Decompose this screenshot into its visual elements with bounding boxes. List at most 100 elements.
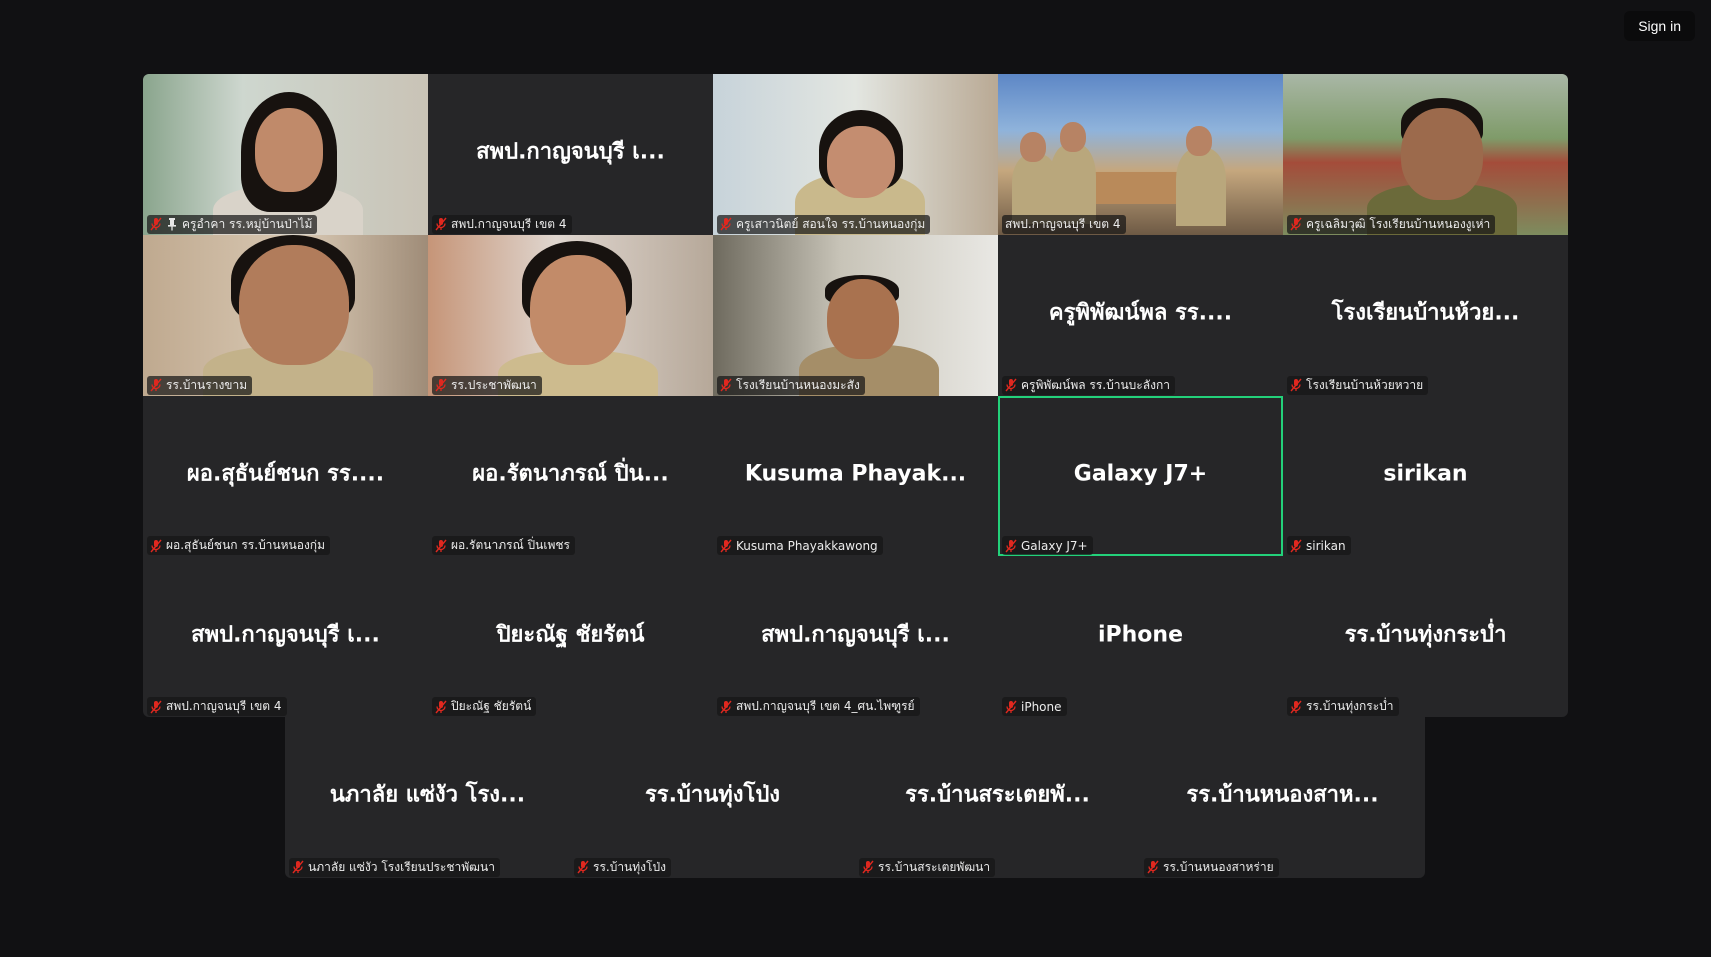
mic-muted-icon [150,539,162,553]
participant-display-name: Galaxy J7+ [1073,461,1208,487]
sign-in-button[interactable]: Sign in [1624,11,1695,41]
participant-display-name: ผอ.รัตนาภรณ์ ปิ่น... [472,461,669,487]
participant-name: Kusuma Phayakkawong [736,538,878,553]
participant-name-label: รร.ประชาพัฒนา [432,375,542,395]
mic-muted-icon [435,539,447,553]
participant-name-label: สพป.กาญจนบุรี เขต 4 [432,214,572,234]
participant-name: ผอ.สุธันย์ชนก รร.บ้านหนองกุ่ม [166,538,325,553]
participant-display-name: รร.บ้านทุ่งโป่ง [644,783,781,809]
participant-name-label: ผอ.รัตนาภรณ์ ปิ่นเพชร [432,536,575,556]
participant-tile[interactable]: ครูอำคา รร.หมู่บ้านป่าไม้ [143,74,428,235]
video-feed [998,74,1283,235]
participant-display-name: ปิยะณัฐ ชัยรัตน์ [496,622,645,648]
mic-muted-icon [435,378,447,392]
video-feed [713,234,998,396]
participant-display-name: สพป.กาญจนบุรี เ... [191,622,380,648]
participant-name-label: ครูเฉลิมวุฒิ โรงเรียนบ้านหนองงูเห่า [1287,214,1496,234]
participant-name-label: ครูเสาวนิตย์ สอนใจ รร.บ้านหนองกุ่ม [717,214,931,234]
participant-name: โรงเรียนบ้านหนองมะสัง [736,377,860,392]
participant-tile[interactable]: Kusuma Phayak... Kusuma Phayakkawong [713,395,998,557]
participant-display-name: รร.บ้านสระเตยพั... [905,783,1090,809]
participant-name-label: iPhone [1002,697,1067,716]
participant-tile[interactable]: รร.บ้านทุ่งโป่ง รร.บ้านทุ่งโป่ง [570,717,855,878]
participant-name: sirikan [1306,538,1346,553]
participant-name: ครูเฉลิมวุฒิ โรงเรียนบ้านหนองงูเห่า [1306,216,1491,231]
participant-tile-active-speaker[interactable]: Galaxy J7+ Galaxy J7+ [998,395,1283,557]
participant-tile[interactable]: ผอ.สุธันย์ชนก รร.... ผอ.สุธันย์ชนก รร.บ้… [143,395,428,557]
participant-tile[interactable]: นภาลัย แซ่งัว โรง... นภาลัย แซ่งัว โรงเร… [285,717,570,878]
mic-muted-icon [1005,700,1017,714]
participant-tile[interactable]: ผอ.รัตนาภรณ์ ปิ่น... ผอ.รัตนาภรณ์ ปิ่นเพ… [428,395,713,557]
mic-muted-icon [720,539,732,553]
participant-tile[interactable]: สพป.กาญจนบุรี เ... สพป.กาญจนบุรี เขต 4 [428,74,713,235]
participant-display-name: โรงเรียนบ้านห้วย... [1331,300,1520,326]
participant-name-label: สพป.กาญจนบุรี เขต 4_ศน.ไพฑูรย์ [717,697,920,716]
participant-tile[interactable]: ครูเสาวนิตย์ สอนใจ รร.บ้านหนองกุ่ม [713,74,998,235]
participant-name-label: สพป.กาญจนบุรี เขต 4 [147,697,287,716]
participant-tile[interactable]: สพป.กาญจนบุรี เขต 4 [998,74,1283,235]
participant-tile[interactable]: ครูเฉลิมวุฒิ โรงเรียนบ้านหนองงูเห่า [1283,74,1568,235]
participant-display-name: iPhone [1097,622,1184,648]
video-feed [713,74,998,235]
participant-name: โรงเรียนบ้านห้วยหวาย [1306,377,1424,392]
participant-tile[interactable]: รร.บ้านสระเตยพั... รร.บ้านสระเตยพัฒนา [855,717,1140,878]
participant-name: รร.บ้านทุ่งโป่ง [593,859,666,874]
participant-name: รร.ประชาพัฒนา [451,377,537,392]
participant-tile[interactable]: รร.ประชาพัฒนา [428,234,713,396]
mic-muted-icon [720,217,732,231]
participant-name: iPhone [1021,699,1062,714]
participant-tile[interactable]: รร.บ้านหนองสาห... รร.บ้านหนองสาหร่าย [1140,717,1425,878]
mic-muted-icon [150,217,162,231]
mic-muted-icon [720,378,732,392]
gallery-grid-last-row: นภาลัย แซ่งัว โรง... นภาลัย แซ่งัว โรงเร… [285,717,1425,878]
participant-name-label: ครูอำคา รร.หมู่บ้านป่าไม้ [147,214,318,234]
participant-name-label: Kusuma Phayakkawong [717,536,883,556]
mic-muted-icon [577,860,589,874]
participant-display-name: สพป.กาญจนบุรี เ... [761,622,950,648]
mic-muted-icon [292,860,304,874]
participant-tile[interactable]: รร.บ้านทุ่งกระบ่ำ รร.บ้านทุ่งกระบ่ำ [1283,556,1568,717]
mic-muted-icon [1147,860,1159,874]
participant-display-name: ครูพิพัฒน์พล รร.... [1048,300,1233,326]
participant-name-label: รร.บ้านทุ่งกระบ่ำ [1287,697,1399,716]
participant-tile[interactable]: sirikan sirikan [1283,395,1568,557]
participant-name: ครูเสาวนิตย์ สอนใจ รร.บ้านหนองกุ่ม [736,216,926,231]
participant-name-label: โรงเรียนบ้านห้วยหวาย [1287,375,1429,395]
participant-name: Galaxy J7+ [1021,538,1088,553]
participant-name-label: รร.บ้านทุ่งโป่ง [574,857,671,877]
participant-name: สพป.กาญจนบุรี เขต 4_ศน.ไพฑูรย์ [736,699,915,713]
video-feed [143,234,428,396]
participant-display-name: Kusuma Phayak... [744,461,967,487]
gallery-grid: ครูอำคา รร.หมู่บ้านป่าไม้ สพป.กาญจนบุรี … [143,74,1568,717]
participant-tile[interactable]: iPhone iPhone [998,556,1283,717]
participant-display-name: sirikan [1383,461,1468,487]
participant-name-label: รร.บ้านหนองสาหร่าย [1144,857,1279,877]
participant-tile[interactable]: ครูพิพัฒน์พล รร.... ครูพิพัฒน์พล รร.บ้าน… [998,234,1283,396]
participant-tile[interactable]: โรงเรียนบ้านหนองมะสัง [713,234,998,396]
participant-name-label: Galaxy J7+ [1002,536,1093,556]
participant-name-label: ครูพิพัฒน์พล รร.บ้านบะลังกา [1002,375,1175,395]
mic-muted-icon [150,378,162,392]
mic-muted-icon [150,700,162,714]
participant-name: ปิยะณัฐ ชัยรัตน์ [451,699,532,713]
participant-tile[interactable]: โรงเรียนบ้านห้วย... โรงเรียนบ้านห้วยหวาย [1283,234,1568,396]
mic-muted-icon [720,700,732,714]
mic-muted-icon [862,860,874,874]
mic-muted-icon [435,217,447,231]
participant-name: รร.บ้านทุ่งกระบ่ำ [1306,699,1394,713]
participant-name: ครูพิพัฒน์พล รร.บ้านบะลังกา [1021,377,1170,392]
participant-name-label: รร.บ้านสระเตยพัฒนา [859,857,996,877]
participant-name: นภาลัย แซ่งัว โรงเรียนประชาพัฒนา [308,859,495,874]
participant-tile[interactable]: สพป.กาญจนบุรี เ... สพป.กาญจนบุรี เขต 4 [143,556,428,717]
mic-muted-icon [1290,217,1302,231]
video-feed [428,234,713,396]
participant-name-label: ปิยะณัฐ ชัยรัตน์ [432,697,537,716]
video-feed [1283,74,1568,235]
mic-muted-icon [1005,539,1017,553]
participant-tile[interactable]: สพป.กาญจนบุรี เ... สพป.กาญจนบุรี เขต 4_ศ… [713,556,998,717]
participant-tile[interactable]: รร.บ้านรางขาม [143,234,428,396]
participant-display-name: รร.บ้านหนองสาห... [1186,783,1379,809]
pin-icon [166,217,178,231]
participant-tile[interactable]: ปิยะณัฐ ชัยรัตน์ ปิยะณัฐ ชัยรัตน์ [428,556,713,717]
participant-display-name: ผอ.สุธันย์ชนก รร.... [186,461,385,487]
